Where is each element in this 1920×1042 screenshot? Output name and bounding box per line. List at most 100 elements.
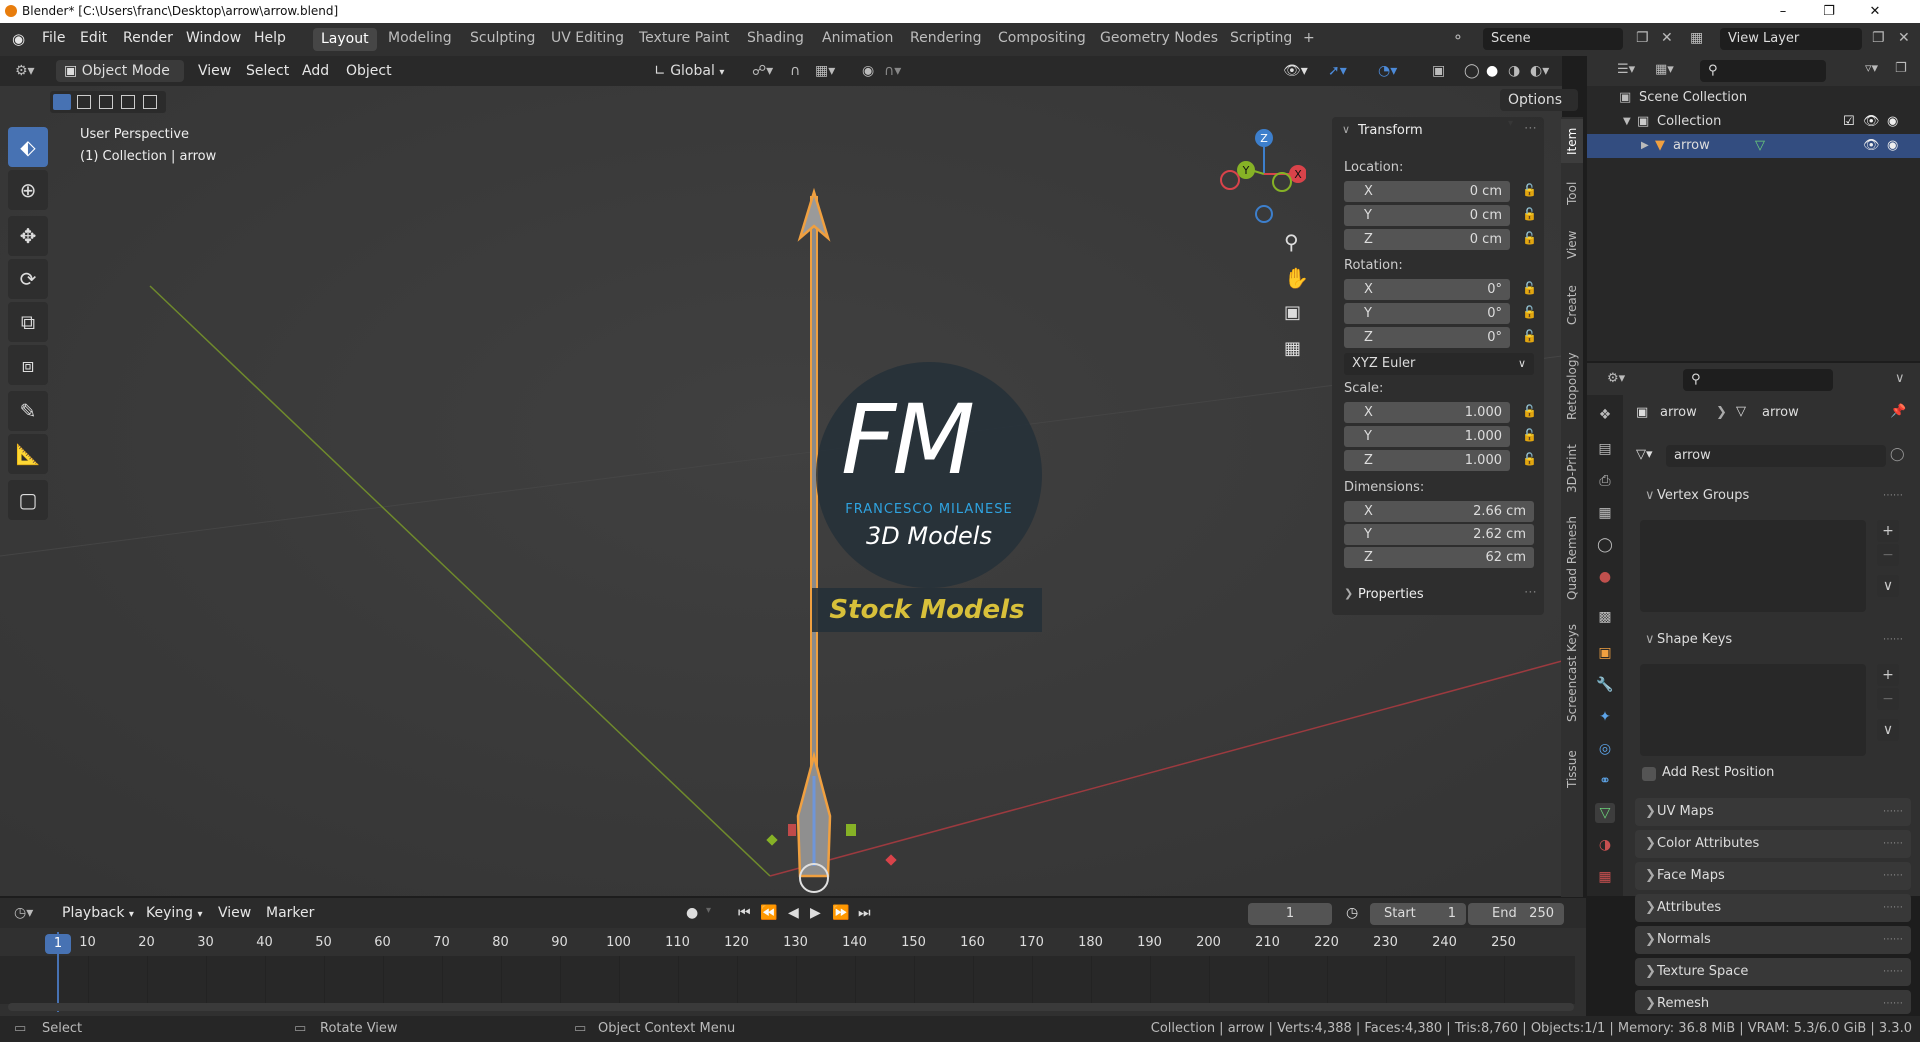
dimensions-x-field[interactable]: X 2.66 cm — [1344, 501, 1534, 522]
transform-header[interactable]: Transform — [1358, 123, 1423, 138]
material-shading-icon[interactable]: ◑ — [1508, 63, 1520, 79]
viewport-menu-object[interactable]: Object — [346, 63, 392, 79]
tab-retopology[interactable]: Retopology — [1561, 343, 1583, 429]
select-subtract-icon[interactable] — [99, 95, 113, 109]
scene-field[interactable]: Scene — [1483, 28, 1623, 50]
delete-view-layer-icon[interactable]: ✕ — [1898, 30, 1910, 46]
cursor-tool-icon[interactable]: ⊕ — [8, 170, 48, 210]
solid-shading-icon[interactable]: ● — [1486, 63, 1498, 79]
drag-handle-icon[interactable]: ⋯⋯ — [1883, 926, 1903, 954]
add-rest-position-checkbox[interactable] — [1642, 767, 1656, 781]
chevron-down-icon[interactable]: ∨ — [1342, 123, 1350, 136]
timeline-scrollbar[interactable] — [8, 1003, 1574, 1011]
add-workspace-button[interactable]: + — [1303, 30, 1315, 46]
timeline-menu-view[interactable]: View — [218, 905, 251, 921]
normals-panel[interactable]: ❯ Normals ⋯⋯ — [1635, 926, 1911, 954]
chevron-right-icon[interactable]: ❯ — [1344, 587, 1353, 600]
new-view-layer-icon[interactable]: ❐ — [1872, 30, 1885, 46]
menu-file[interactable]: File — [42, 30, 65, 46]
perspective-toggle-icon[interactable]: ▦ — [1284, 338, 1301, 359]
drag-handle-icon[interactable]: ⋯⋯ — [1883, 862, 1903, 890]
drag-handle-icon[interactable]: ⋯ — [1524, 121, 1537, 136]
preview-range-icon[interactable]: ◷ — [1346, 905, 1358, 921]
falloff-icon[interactable]: ∩▾ — [884, 63, 901, 79]
timeline-menu-playback[interactable]: Playback ▾ — [62, 905, 134, 921]
next-keyframe-icon[interactable]: ⏩ — [832, 905, 849, 921]
eye-icon[interactable]: 👁 — [1863, 134, 1880, 158]
tab-sculpting[interactable]: Sculpting — [470, 30, 535, 46]
shape-key-specials-button[interactable]: ∨ — [1877, 719, 1899, 741]
scale-tool-icon[interactable]: ⧉ — [8, 302, 48, 342]
outliner-search-input[interactable]: ⚲ — [1700, 60, 1826, 82]
rotation-mode-dropdown[interactable]: XYZ Euler ∨ — [1344, 353, 1534, 375]
jump-to-start-icon[interactable]: ⏮ — [738, 905, 751, 921]
tab-modeling[interactable]: Modeling — [388, 30, 452, 46]
vertex-groups-list[interactable] — [1640, 520, 1866, 612]
minimize-button[interactable]: – — [1760, 0, 1806, 23]
viewport-3d[interactable] — [0, 56, 1562, 896]
navigation-gizmo[interactable]: Z Y X — [1216, 124, 1306, 228]
outliner-editor-icon[interactable]: ☰▾ — [1617, 62, 1635, 77]
location-y-field[interactable]: Y 0 cm — [1344, 205, 1510, 226]
mesh-data-props-icon[interactable]: ▽ — [1595, 803, 1615, 823]
location-x-field[interactable]: X 0 cm — [1344, 181, 1510, 202]
editor-type-icon[interactable]: ⚙▾ — [15, 63, 35, 79]
uv-maps-panel[interactable]: ❯ UV Maps ⋯⋯ — [1635, 798, 1911, 826]
timeline-ruler[interactable]: 10 20 30 40 50 60 70 80 90 100 110 120 130 140 150 160 1… — [0, 932, 1575, 956]
lock-icon[interactable]: 🔓 — [1522, 305, 1537, 319]
xray-toggle-icon[interactable]: ▣ — [1432, 63, 1445, 79]
tab-uv-editing[interactable]: UV Editing — [551, 30, 624, 46]
current-frame-field[interactable]: 1 — [1248, 903, 1332, 925]
shape-keys-header[interactable]: ∨ Shape Keys ⋯⋯ — [1635, 626, 1911, 656]
viewport-menu-add[interactable]: Add — [302, 63, 329, 79]
camera-icon[interactable]: ◉ — [1887, 134, 1898, 158]
add-vertex-group-button[interactable]: + — [1877, 520, 1899, 542]
tab-screencast-keys[interactable]: Screencast Keys — [1561, 615, 1583, 731]
playhead-frame-label[interactable]: 1 — [45, 934, 71, 954]
record-keyframe-icon[interactable]: ● — [686, 905, 698, 921]
modifier-props-icon[interactable]: 🔧 — [1595, 675, 1615, 695]
remove-shape-key-button[interactable]: − — [1877, 688, 1899, 710]
view-layer-props-icon[interactable]: ▦ — [1595, 503, 1615, 523]
chevron-down-icon[interactable]: ∨ — [1895, 371, 1905, 386]
menu-render[interactable]: Render — [123, 30, 173, 46]
scale-y-field[interactable]: Y 1.000 — [1344, 426, 1510, 447]
tab-tissue[interactable]: Tissue — [1561, 741, 1583, 797]
select-intersect-icon[interactable] — [143, 95, 157, 109]
scale-z-field[interactable]: Z 1.000 — [1344, 450, 1510, 471]
remove-vertex-group-button[interactable]: − — [1877, 544, 1899, 566]
lock-icon[interactable]: 🔓 — [1522, 428, 1537, 442]
constraints-props-icon[interactable]: ⚭ — [1595, 771, 1615, 791]
eye-icon[interactable]: 👁 — [1863, 110, 1880, 134]
view-layer-field[interactable]: View Layer — [1720, 28, 1862, 50]
add-shape-key-button[interactable]: + — [1877, 664, 1899, 686]
gizmo-toggle-icon[interactable]: ➚▾ — [1328, 63, 1347, 79]
material-props-icon[interactable]: ◑ — [1595, 835, 1615, 855]
texture-props-icon[interactable]: ▦ — [1595, 867, 1615, 887]
rotate-tool-icon[interactable]: ⟳ — [8, 259, 48, 299]
attributes-panel[interactable]: ❯ Attributes ⋯⋯ — [1635, 894, 1911, 922]
output-props-icon[interactable]: ⎙ — [1595, 471, 1615, 491]
vertex-group-specials-button[interactable]: ∨ — [1877, 575, 1899, 597]
rendered-shading-icon[interactable]: ◐▾ — [1530, 63, 1549, 79]
menu-help[interactable]: Help — [254, 30, 286, 46]
object-props-icon[interactable]: ▣ — [1595, 643, 1615, 663]
tab-item[interactable]: Item — [1561, 119, 1583, 163]
properties-header[interactable]: Properties — [1358, 587, 1424, 602]
lock-icon[interactable]: 🔓 — [1522, 281, 1537, 295]
overlays-toggle-icon[interactable]: ◔▾ — [1378, 63, 1397, 79]
outliner-collection-row[interactable]: ▼ ▣ Collection ☑ 👁 ◉ — [1587, 110, 1920, 134]
transform-tool-icon[interactable]: ⧈ — [8, 345, 48, 385]
drag-handle-icon[interactable]: ⋯⋯ — [1883, 626, 1903, 654]
play-reverse-icon[interactable]: ◀ — [788, 905, 799, 921]
snap-icon[interactable]: ∩ — [790, 63, 800, 79]
wireframe-shading-icon[interactable]: ◯ — [1464, 63, 1480, 79]
tab-3d-print[interactable]: 3D-Print — [1561, 437, 1583, 501]
chevron-down-icon[interactable]: ▾ — [706, 905, 711, 916]
previous-keyframe-icon[interactable]: ⏪ — [760, 905, 777, 921]
collection-props-icon[interactable]: ▩ — [1595, 607, 1615, 627]
expand-down-icon[interactable]: ▼ — [1623, 110, 1631, 134]
lock-icon[interactable]: 🔓 — [1522, 452, 1537, 466]
tab-texture-paint[interactable]: Texture Paint — [639, 30, 729, 46]
outliner-scene-collection-row[interactable]: ▣ Scene Collection — [1587, 86, 1920, 110]
